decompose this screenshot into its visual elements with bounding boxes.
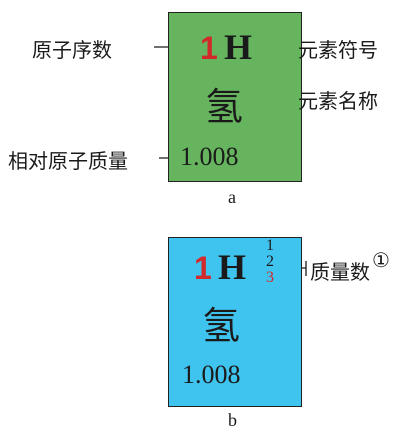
- element-name-b: 氢: [202, 304, 241, 348]
- element-symbol-label: 元素符号: [298, 38, 378, 62]
- isotope-mass-numbers: 1 2 3: [262, 238, 278, 286]
- atomic-number-label: 原子序数: [32, 38, 112, 62]
- mass-number-2: 2: [266, 253, 274, 270]
- element-symbol-b: H: [218, 247, 247, 287]
- mass-number-1: 1: [266, 237, 274, 254]
- relative-mass-label: 相对原子质量: [8, 149, 128, 173]
- atomic-number-a: 1: [200, 30, 218, 66]
- atomic-number-b: 1: [194, 250, 212, 286]
- mass-number-label: 质量数: [310, 260, 370, 284]
- caption-b: b: [228, 410, 237, 430]
- footnote-marker: ①: [372, 248, 390, 272]
- element-symbol-a: H: [224, 27, 253, 67]
- caption-a: a: [228, 187, 236, 207]
- element-name-label: 元素名称: [298, 89, 378, 113]
- relative-mass-b: 1.008: [182, 360, 241, 389]
- relative-mass-a: 1.008: [180, 142, 239, 171]
- mass-number-3: 3: [266, 269, 274, 286]
- element-name-a: 氢: [205, 85, 244, 129]
